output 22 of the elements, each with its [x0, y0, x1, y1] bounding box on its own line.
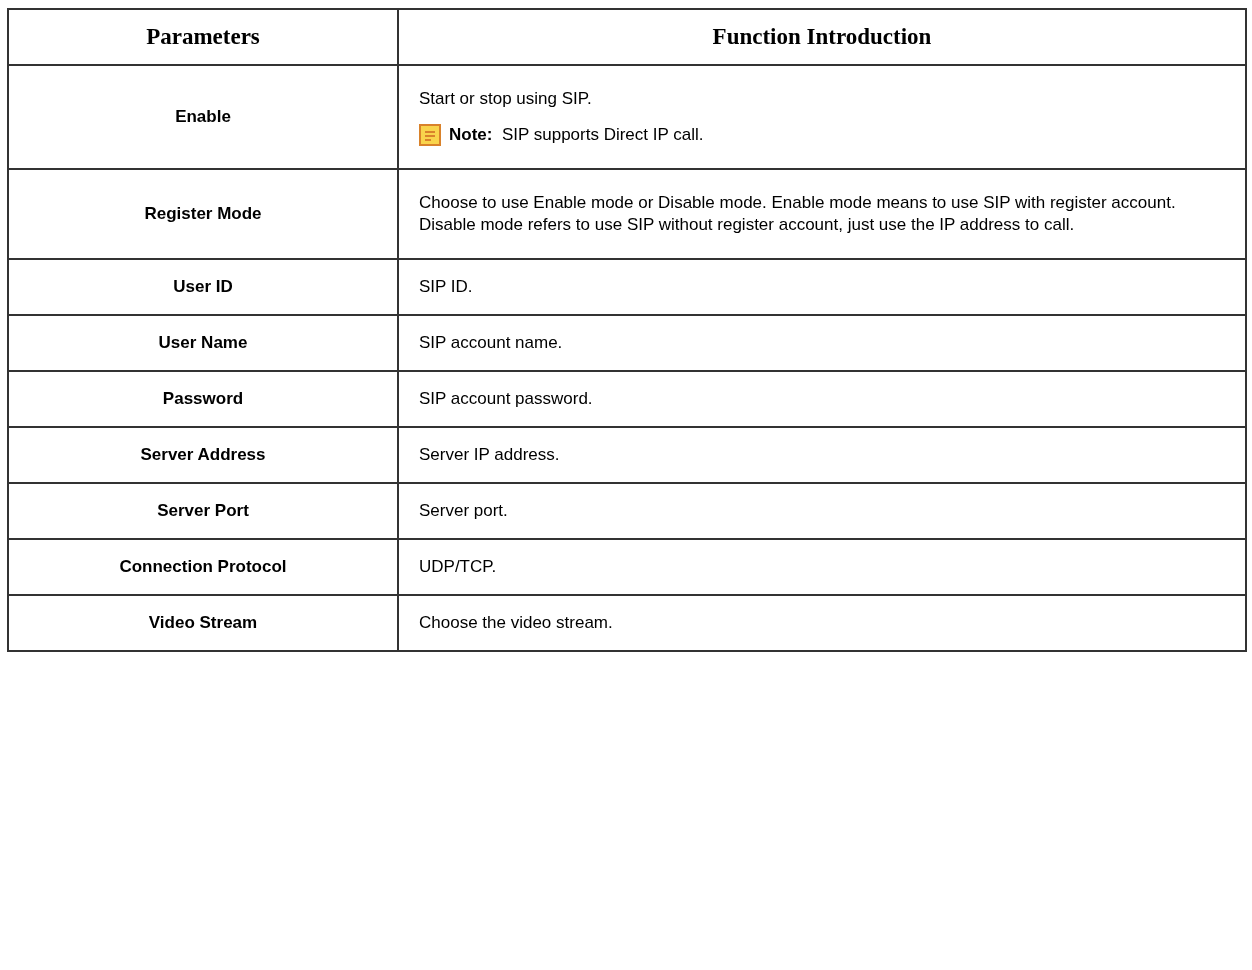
parameter-cell: Enable	[8, 65, 398, 170]
description-text: Server IP address.	[419, 444, 561, 467]
parameter-cell: Video Stream	[8, 595, 398, 652]
description-text: Choose the video stream.	[419, 612, 614, 635]
description-text: Server port.	[419, 500, 509, 523]
note-text: Note: SIP supports Direct IP call.	[449, 125, 704, 146]
description-text: Choose to use Enable mode or Disable mode. Enable mode means to use SIP with register account. Disable mode refers to use SIP without register account, just use the IP address to call.	[419, 192, 1177, 237]
description-text: SIP account password.	[419, 388, 594, 411]
description-text: SIP ID.	[419, 276, 474, 299]
parameter-cell: Password	[8, 371, 398, 428]
parameter-cell: User Name	[8, 315, 398, 372]
column-header: Function Introduction	[398, 9, 1246, 65]
parameter-cell: Connection Protocol	[8, 539, 398, 596]
description-text: UDP/TCP.	[419, 556, 498, 579]
parameter-cell: Server Port	[8, 483, 398, 540]
description-text: Start or stop using SIP.	[419, 88, 593, 110]
column-header: Parameters	[8, 9, 398, 65]
parameter-cell: User ID	[8, 259, 398, 316]
parameter-cell: Register Mode	[8, 169, 398, 260]
note-icon	[419, 124, 441, 147]
description-text: SIP account name.	[419, 332, 564, 355]
parameter-cell: Server Address	[8, 427, 398, 484]
